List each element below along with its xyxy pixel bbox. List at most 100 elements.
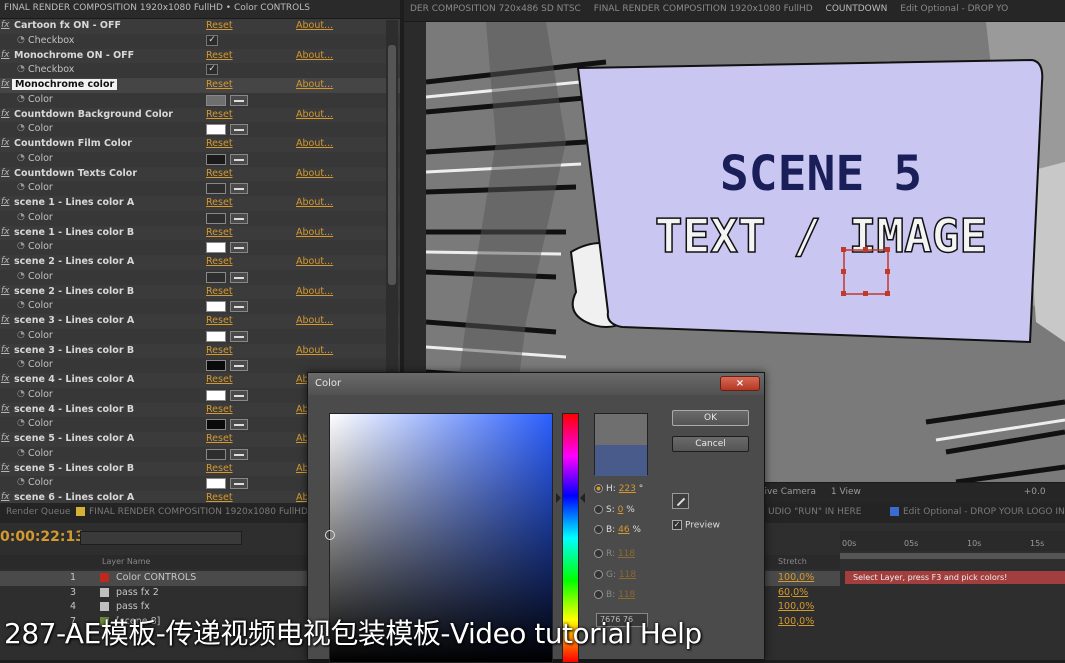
work-area-bar[interactable] bbox=[840, 553, 1065, 559]
effect-row[interactable]: fx Countdown Texts Color Reset About... bbox=[0, 166, 400, 182]
eyedropper-icon[interactable] bbox=[230, 330, 248, 342]
time-ruler[interactable]: 00s 05s 10s 15s bbox=[840, 531, 1065, 551]
effect-name[interactable]: scene 1 - Lines color A bbox=[14, 197, 134, 208]
effect-property-row[interactable]: ◔ Color bbox=[0, 152, 400, 167]
layer-label-color[interactable] bbox=[100, 602, 109, 611]
effect-row[interactable]: fx scene 3 - Lines color A Reset About... bbox=[0, 314, 400, 329]
effect-row[interactable]: fx Monochrome color Reset About... bbox=[0, 78, 400, 93]
fx-toggle-icon[interactable]: fx bbox=[1, 197, 10, 207]
eyedropper-icon[interactable] bbox=[230, 389, 248, 401]
stopwatch-icon[interactable]: ◔ bbox=[17, 64, 25, 74]
reset-link[interactable]: Reset bbox=[206, 227, 233, 238]
effect-row[interactable]: fx Monochrome ON - OFF Reset About... bbox=[0, 48, 400, 64]
stopwatch-icon[interactable]: ◔ bbox=[17, 241, 25, 251]
reset-link[interactable]: Reset bbox=[206, 374, 233, 385]
effect-name[interactable]: Countdown Texts Color bbox=[14, 168, 137, 179]
effect-name[interactable]: scene 4 - Lines color B bbox=[14, 404, 134, 415]
effect-property-row[interactable]: ◔ Checkbox ✓ bbox=[0, 63, 400, 78]
effect-property-row[interactable]: ◔ Color bbox=[0, 329, 400, 344]
color-swatch[interactable] bbox=[206, 153, 226, 165]
color-swatch[interactable] bbox=[206, 360, 226, 372]
reset-link[interactable]: Reset bbox=[206, 197, 233, 208]
dialog-title-bar[interactable]: Color × bbox=[308, 373, 764, 395]
eyedropper-icon[interactable] bbox=[230, 448, 248, 460]
eyedropper-icon[interactable] bbox=[230, 94, 248, 106]
about-link[interactable]: About... bbox=[296, 286, 333, 297]
layer-name-column[interactable]: Layer Name bbox=[102, 557, 150, 566]
about-link[interactable]: About... bbox=[296, 20, 333, 31]
fx-toggle-icon[interactable]: fx bbox=[1, 227, 10, 237]
stopwatch-icon[interactable]: ◔ bbox=[17, 477, 25, 487]
layer-stretch[interactable]: 100,0% bbox=[778, 572, 814, 583]
reset-link[interactable]: Reset bbox=[206, 404, 233, 415]
effect-property-row[interactable]: ◔ Color bbox=[0, 240, 400, 255]
eyedropper-icon[interactable] bbox=[230, 301, 248, 313]
hue-slider-left-arrow[interactable] bbox=[556, 493, 561, 503]
color-swatch[interactable] bbox=[206, 478, 226, 490]
fx-toggle-icon[interactable]: fx bbox=[1, 138, 10, 148]
comp-tab[interactable]: FINAL RENDER COMPOSITION 1920x1080 FullH… bbox=[76, 507, 308, 517]
viewer-tab[interactable]: FINAL RENDER COMPOSITION 1920x1080 FullH… bbox=[594, 4, 813, 14]
color-swatch[interactable] bbox=[206, 419, 226, 431]
fx-toggle-icon[interactable]: fx bbox=[1, 256, 10, 266]
effect-row[interactable]: fx scene 1 - Lines color A Reset About... bbox=[0, 196, 400, 211]
stopwatch-icon[interactable]: ◔ bbox=[17, 212, 25, 222]
color-field-marker[interactable] bbox=[325, 530, 335, 540]
reset-link[interactable]: Reset bbox=[206, 168, 233, 179]
layer-name[interactable]: Color CONTROLS bbox=[116, 572, 196, 583]
reset-link[interactable]: Reset bbox=[206, 109, 233, 120]
brightness-value[interactable]: 46 bbox=[618, 525, 629, 535]
stopwatch-icon[interactable]: ◔ bbox=[17, 94, 25, 104]
layer-name[interactable]: pass fx bbox=[116, 601, 150, 612]
color-swatch[interactable] bbox=[206, 124, 226, 136]
eyedropper-icon[interactable] bbox=[230, 183, 248, 195]
color-swatch[interactable] bbox=[206, 183, 226, 195]
layer-search-input[interactable] bbox=[80, 531, 242, 545]
eyedropper-icon[interactable] bbox=[230, 360, 248, 372]
layer-name[interactable]: pass fx 2 bbox=[116, 587, 159, 598]
blue-field[interactable]: B: 118 bbox=[594, 590, 635, 600]
comp-tab[interactable]: UDIO "RUN" IN HERE bbox=[768, 507, 861, 517]
color-swatch[interactable] bbox=[206, 330, 226, 342]
effect-name[interactable]: scene 3 - Lines color B bbox=[14, 345, 134, 356]
about-link[interactable]: About... bbox=[296, 227, 333, 238]
reset-link[interactable]: Reset bbox=[206, 345, 233, 356]
close-button[interactable]: × bbox=[720, 376, 760, 391]
hue-radio[interactable] bbox=[594, 484, 603, 493]
reset-link[interactable]: Reset bbox=[206, 256, 233, 267]
blue-radio[interactable] bbox=[594, 590, 603, 599]
effect-name[interactable]: scene 5 - Lines color B bbox=[14, 463, 134, 474]
effect-row[interactable]: fx Cartoon fx ON - OFF Reset About... bbox=[0, 19, 400, 34]
stopwatch-icon[interactable]: ◔ bbox=[17, 123, 25, 133]
layer-stretch[interactable]: 100,0% bbox=[778, 601, 814, 612]
reset-link[interactable]: Reset bbox=[206, 20, 233, 31]
effect-row[interactable]: fx scene 2 - Lines color B Reset About... bbox=[0, 284, 400, 300]
brightness-radio[interactable] bbox=[594, 525, 603, 534]
effect-property-row[interactable]: ◔ Color bbox=[0, 358, 400, 373]
color-swatch[interactable] bbox=[206, 389, 226, 401]
fx-toggle-icon[interactable]: fx bbox=[1, 433, 10, 443]
brightness-field[interactable]: B: 46 % bbox=[594, 525, 641, 535]
effect-name[interactable]: scene 5 - Lines color A bbox=[14, 433, 134, 444]
hue-value[interactable]: 223 bbox=[619, 484, 636, 494]
saturation-value[interactable]: 0 bbox=[618, 505, 624, 515]
effect-property-row[interactable]: ◔ Checkbox ✓ bbox=[0, 34, 400, 49]
stopwatch-icon[interactable]: ◔ bbox=[17, 182, 25, 192]
color-swatch[interactable] bbox=[206, 242, 226, 254]
fx-toggle-icon[interactable]: fx bbox=[1, 50, 10, 60]
effect-property-row[interactable]: ◔ Color bbox=[0, 211, 400, 226]
view-layout-select[interactable]: 1 View bbox=[831, 487, 861, 497]
effect-name[interactable]: scene 6 - Lines color A bbox=[14, 492, 134, 503]
about-link[interactable]: About... bbox=[296, 109, 333, 120]
effect-name[interactable]: scene 4 - Lines color A bbox=[14, 374, 134, 385]
saturation-field[interactable]: S: 0 % bbox=[594, 505, 635, 515]
color-swatch[interactable] bbox=[206, 301, 226, 313]
eyedropper-icon[interactable] bbox=[230, 212, 248, 224]
reset-link[interactable]: Reset bbox=[206, 138, 233, 149]
current-timecode[interactable]: 0:00:22:13 bbox=[0, 529, 85, 545]
effect-name[interactable]: scene 2 - Lines color A bbox=[14, 256, 134, 267]
about-link[interactable]: About... bbox=[296, 256, 333, 267]
effect-row[interactable]: fx Countdown Background Color Reset About..… bbox=[0, 107, 400, 123]
about-link[interactable]: About... bbox=[296, 168, 333, 179]
effect-name[interactable]: scene 2 - Lines color B bbox=[14, 286, 134, 297]
